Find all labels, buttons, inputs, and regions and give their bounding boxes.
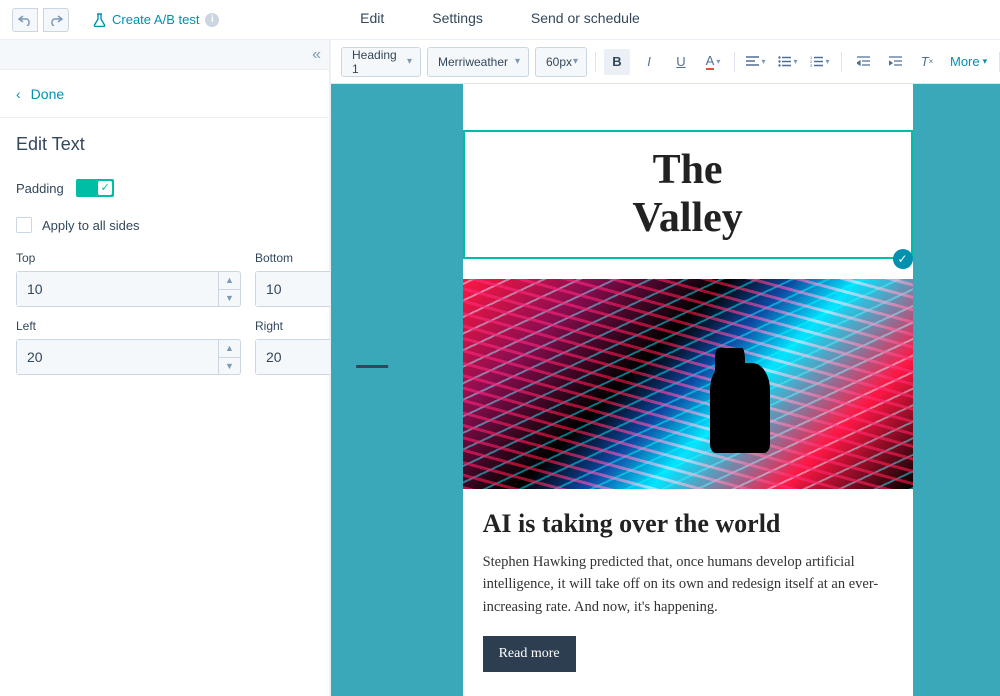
panel-body: Edit Text Padding ✓ Apply to all sides T… — [0, 118, 329, 391]
article-block: AI is taking over the world Stephen Hawk… — [463, 489, 913, 694]
apply-all-row: Apply to all sides — [16, 217, 313, 233]
apply-all-label: Apply to all sides — [42, 218, 140, 233]
panel-title: Edit Text — [16, 134, 313, 155]
check-icon: ✓ — [101, 181, 110, 194]
padding-left-field: Left ▲▼ — [16, 319, 241, 375]
padding-label: Padding — [16, 181, 64, 196]
align-icon — [746, 56, 759, 67]
title-line-1: The — [653, 147, 723, 193]
title-line-2: Valley — [632, 195, 742, 241]
top-label: Top — [16, 251, 241, 265]
padding-toggle[interactable]: ✓ — [76, 179, 114, 197]
padding-left-input[interactable] — [17, 340, 218, 374]
hero-image[interactable] — [463, 279, 913, 489]
text-color-button[interactable]: A — [700, 49, 726, 75]
padding-toggle-row: Padding ✓ — [16, 179, 313, 197]
read-more-button[interactable]: Read more — [483, 636, 576, 672]
article-headline: AI is taking over the world — [483, 509, 893, 539]
done-link[interactable]: ‹ Done — [0, 70, 329, 118]
left-label: Left — [16, 319, 241, 333]
outdent-button[interactable] — [850, 49, 876, 75]
left-sidebar: « ‹ Done Edit Text Padding ✓ Apply to al… — [0, 40, 330, 696]
indent-icon — [889, 56, 902, 67]
selection-badge-icon[interactable]: ✓ — [893, 249, 913, 269]
outdent-icon — [857, 56, 870, 67]
left-increment[interactable]: ▲ — [219, 340, 240, 358]
indent-button[interactable] — [882, 49, 908, 75]
clear-format-button[interactable]: T× — [914, 49, 940, 75]
undo-button[interactable] — [12, 8, 38, 32]
redo-button[interactable] — [43, 8, 69, 32]
ul-icon — [778, 56, 791, 67]
ordered-list-button[interactable]: 123 — [807, 49, 833, 75]
more-button[interactable]: More — [946, 54, 991, 69]
done-text: Done — [31, 86, 64, 102]
ol-icon: 123 — [810, 56, 823, 67]
flask-icon — [93, 13, 106, 27]
email-card: The Valley ✓ AI is taking over the world… — [463, 84, 913, 696]
padding-top-input[interactable] — [17, 272, 218, 306]
main-layout: « ‹ Done Edit Text Padding ✓ Apply to al… — [0, 40, 1000, 696]
size-select[interactable]: 60px — [535, 47, 587, 77]
ab-link-text: Create A/B test — [112, 12, 199, 27]
top-bar: Create A/B test i Edit Settings Send or … — [0, 0, 1000, 40]
padding-top-field: Top ▲▼ — [16, 251, 241, 307]
left-decrement[interactable]: ▼ — [219, 358, 240, 375]
topbar-left: Create A/B test i — [12, 8, 219, 32]
top-increment[interactable]: ▲ — [219, 272, 240, 290]
font-select[interactable]: Merriweather — [427, 47, 529, 77]
top-decrement[interactable]: ▼ — [219, 290, 240, 307]
create-ab-test-link[interactable]: Create A/B test i — [93, 12, 219, 27]
info-icon[interactable]: i — [205, 13, 219, 27]
underline-button[interactable]: U — [668, 49, 694, 75]
align-button[interactable] — [743, 49, 769, 75]
padding-grid: Top ▲▼ Bottom ▲▼ Left — [16, 251, 313, 375]
chevron-left-icon: ‹ — [16, 86, 21, 102]
collapse-icon[interactable]: « — [312, 46, 321, 64]
title-block[interactable]: The Valley ✓ — [463, 130, 913, 259]
article-body: Stephen Hawking predicted that, once hum… — [483, 551, 893, 618]
unordered-list-button[interactable] — [775, 49, 801, 75]
collapse-bar: « — [0, 40, 329, 70]
style-select[interactable]: Heading 1 — [341, 47, 421, 77]
apply-all-checkbox[interactable] — [16, 217, 32, 233]
svg-text:3: 3 — [810, 63, 813, 67]
